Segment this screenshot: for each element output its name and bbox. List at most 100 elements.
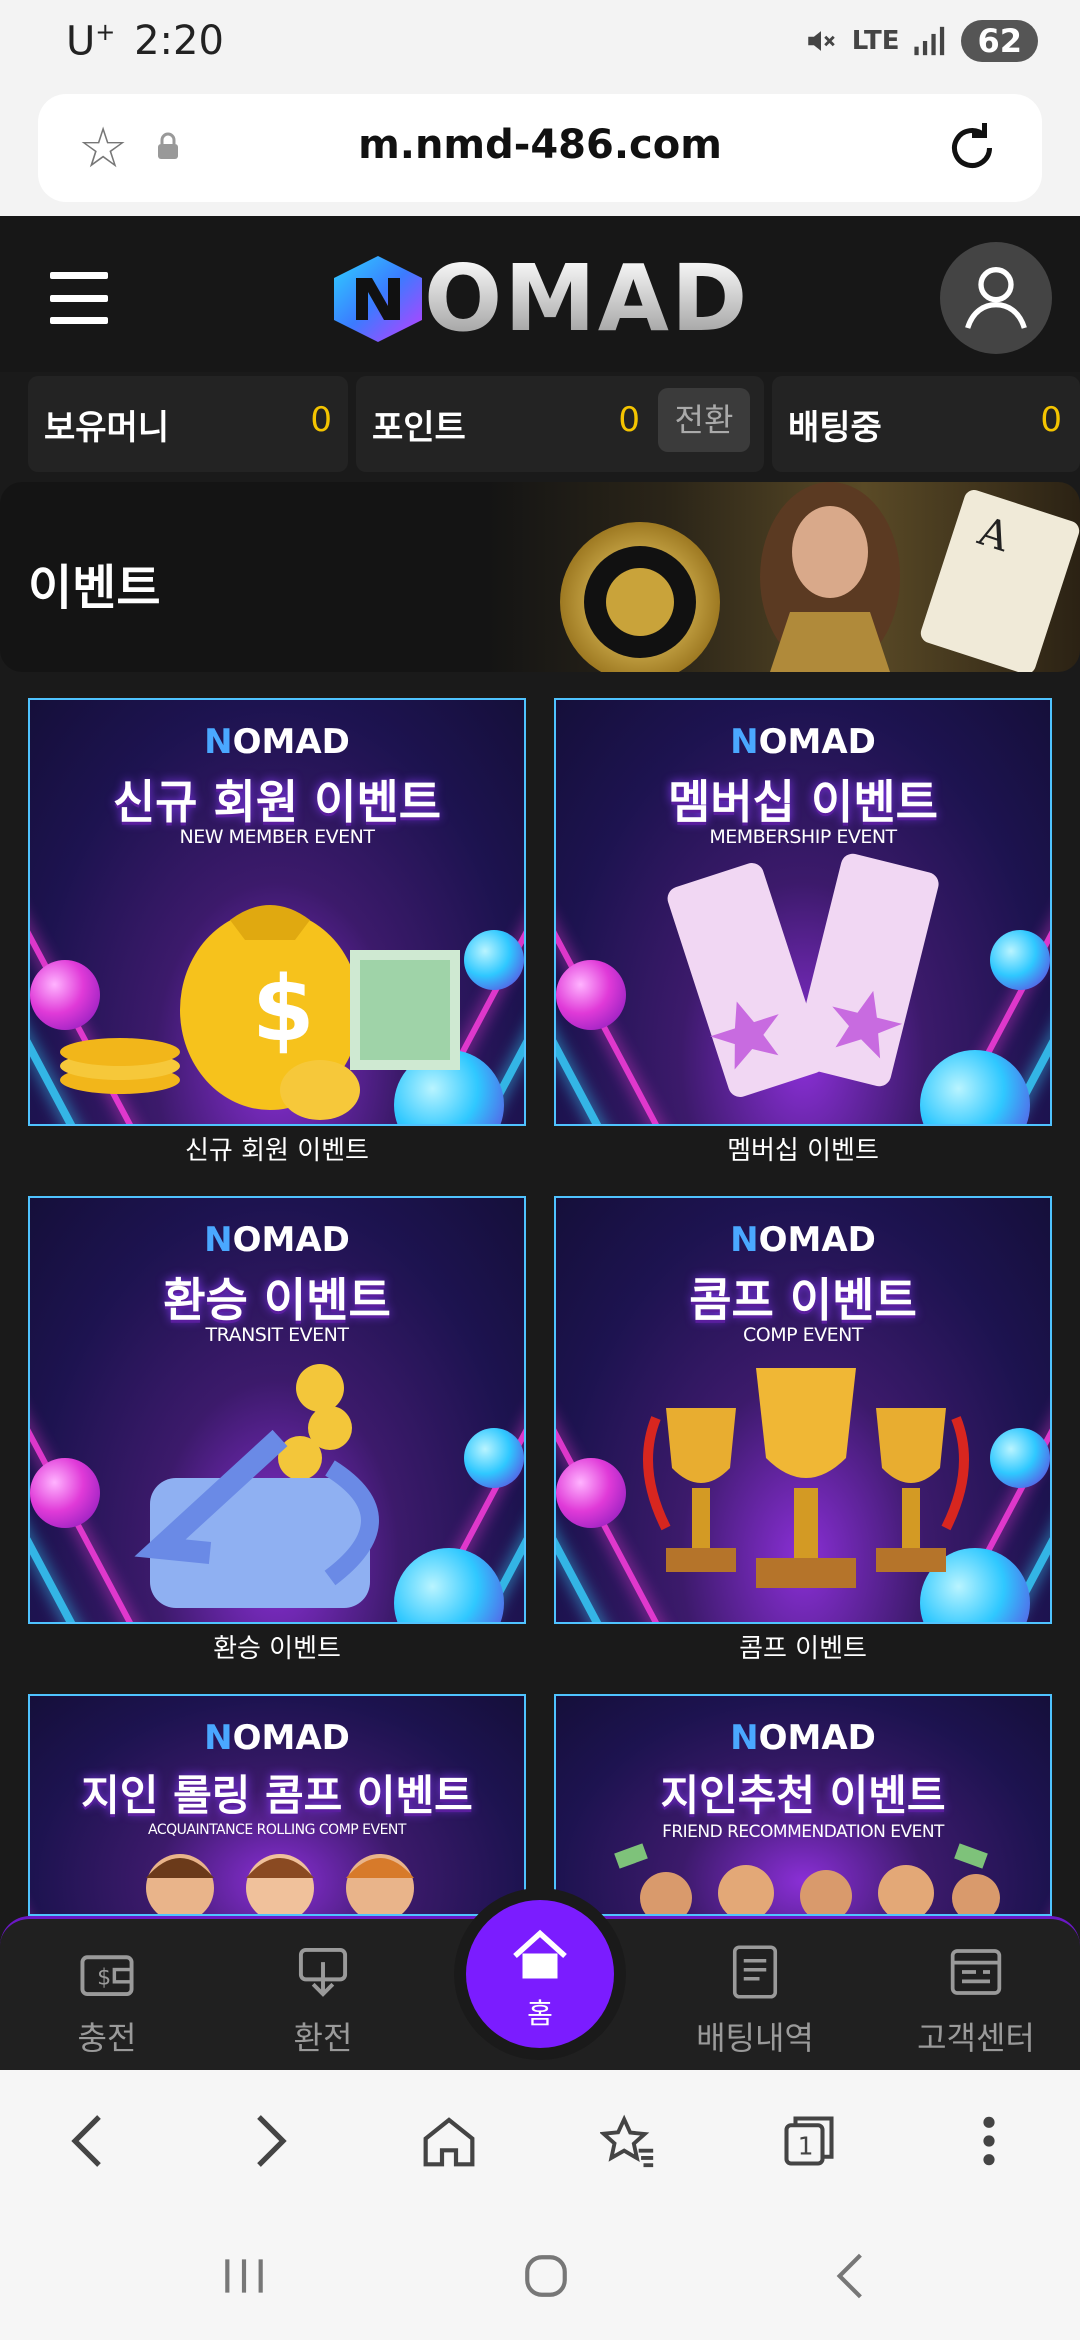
site-header: OMAD [0,216,1080,372]
event-heading: 신규 회원 이벤트 [112,775,442,829]
event-brand: NOMAD [204,1718,350,1758]
nav-bet-history-label: 배팅내역 [696,2019,814,2057]
nav-bet-history[interactable]: 배팅내역 [680,1945,830,2059]
event-caption[interactable]: 신규 회원 이벤트 [28,1130,526,1167]
document-icon [732,1945,778,1999]
carrier-plus: + [95,18,116,46]
event-subheading: ACQUAINTANCE ROLLING COMP EVENT [148,1822,406,1838]
address-bar[interactable]: ☆ m.nmd-486.com [38,94,1042,202]
money-bag-icon: $ [60,905,460,1120]
event-subheading: NEW MEMBER EVENT [179,826,375,848]
event-brand: NOMAD [730,1718,876,1758]
event-subheading: COMP EVENT [743,1324,863,1346]
system-back-button[interactable] [820,2248,880,2304]
forward-button[interactable] [236,2106,306,2176]
status-icons: LTE 62 [804,20,1038,62]
balance-money-value: 0 [310,400,332,440]
page-title: 이벤트 [28,560,161,616]
event-card-transit[interactable]: NOMAD 환승 이벤트 TRANSIT EVENT 환승 이벤트 [28,1196,526,1665]
tabs-button[interactable]: 1 [774,2106,844,2176]
nav-withdraw[interactable]: 환전 [248,1945,398,2059]
event-image[interactable]: NOMAD 환승 이벤트 TRANSIT EVENT [28,1196,526,1624]
browser-toolbar: 1 [0,2070,1080,2208]
more-menu-button[interactable] [954,2106,1024,2176]
reload-icon[interactable] [942,118,1002,178]
chevron-right-icon [257,2115,287,2167]
event-banner: 이벤트 A [0,482,1080,672]
browser-home-button[interactable] [414,2106,484,2176]
status-carrier-time: U+ 2:20 [66,18,224,64]
balance-point-label: 포인트 [372,408,466,448]
nav-deposit[interactable]: $ 충전 [32,1945,182,2059]
wallet-icon: $ [80,1955,134,1997]
svg-text:$: $ [97,1964,111,1990]
event-card-acquaintance-rolling[interactable]: NOMAD 지인 롤링 콤프 이벤트 ACQUAINTANCE ROLLING … [28,1694,526,1916]
withdraw-icon [298,1947,348,1997]
event-card-membership[interactable]: NOMAD 멤버십 이벤트 MEMBERSHIP EVENT 멤버십 이벤트 [554,698,1052,1167]
casino-banner-illustration: A [560,482,1080,672]
tabs-icon: 1 [784,2116,834,2166]
event-image[interactable]: NOMAD 지인추천 이벤트 FRIEND RECOMMENDATION EVE… [554,1694,1052,1916]
ticket-icon [667,853,939,1097]
more-vertical-icon [983,2116,995,2166]
event-card-friend-recommendation[interactable]: NOMAD 지인추천 이벤트 FRIEND RECOMMENDATION EVE… [554,1694,1052,1916]
event-brand: NOMAD [204,1220,350,1260]
browser-address-area: ☆ m.nmd-486.com [0,88,1080,216]
event-subheading: TRANSIT EVENT [205,1324,349,1346]
nav-home-button[interactable]: 홈 [466,1900,614,2048]
event-heading: 지인추천 이벤트 [660,1771,946,1820]
url-text[interactable]: m.nmd-486.com [38,122,1042,168]
nav-support[interactable]: 고객센터 [896,1945,1056,2059]
home-circle-icon [525,2255,567,2297]
battery-indicator: 62 [961,20,1038,62]
event-brand: NOMAD [204,722,350,762]
balance-betting-value: 0 [1040,400,1062,440]
nav-deposit-label: 충전 [77,2019,137,2057]
logo-n-icon [334,256,422,342]
logo-text: OMAD [424,245,750,352]
event-caption[interactable]: 멤버십 이벤트 [554,1130,1052,1167]
carrier-name: U [66,18,96,65]
clock: 2:20 [134,18,224,65]
user-avatar[interactable] [940,242,1052,354]
recent-apps-button[interactable] [214,2248,274,2304]
event-brand: NOMAD [730,722,876,762]
home-icon [513,1929,567,1979]
back-button[interactable] [52,2106,122,2176]
balance-betting-label: 배팅중 [788,408,882,448]
event-heading: 콤프 이벤트 [689,1273,917,1327]
balance-point-card: 포인트 0 전환 [356,376,764,472]
event-card-new-member[interactable]: NOMAD 신규 회원 이벤트 NEW MEMBER EVENT $ 신규 회원… [28,698,526,1167]
wallet-arrow-icon [134,1364,379,1608]
chevron-left-icon [71,2115,101,2167]
cartoon-crowd-icon [614,1843,1000,1914]
balance-point-value: 0 [618,400,640,440]
network-type: LTE [851,26,900,56]
nav-withdraw-label: 환전 [293,2019,353,2057]
cartoon-people-icon [146,1854,414,1914]
system-home-button[interactable] [516,2248,576,2304]
nav-home-label: 홈 [527,1997,553,2030]
bookmarks-button[interactable] [594,2106,664,2176]
tab-count: 1 [798,2132,814,2161]
event-image[interactable]: NOMAD 멤버십 이벤트 MEMBERSHIP EVENT [554,698,1052,1126]
signal-icon [914,26,945,56]
event-subheading: MEMBERSHIP EVENT [709,826,897,848]
event-heading: 멤버십 이벤트 [668,775,938,829]
house-outline-icon [423,2117,475,2167]
user-icon [965,267,1027,329]
mute-icon [807,31,835,51]
star-list-icon [600,2114,654,2168]
event-image[interactable]: NOMAD 콤프 이벤트 COMP EVENT [554,1196,1052,1624]
event-caption[interactable]: 환승 이벤트 [28,1628,526,1665]
nav-support-label: 고객센터 [917,2019,1035,2057]
status-bar: U+ 2:20 LTE 62 [0,0,1080,88]
event-heading: 지인 롤링 콤프 이벤트 [81,1771,473,1820]
menu-icon[interactable] [50,272,108,324]
site-logo[interactable]: OMAD [326,245,750,352]
event-image[interactable]: NOMAD 지인 롤링 콤프 이벤트 ACQUAINTANCE ROLLING … [28,1694,526,1916]
convert-points-button[interactable]: 전환 [658,388,750,452]
event-caption[interactable]: 콤프 이벤트 [554,1628,1052,1665]
event-image[interactable]: NOMAD 신규 회원 이벤트 NEW MEMBER EVENT $ [28,698,526,1126]
event-card-comp[interactable]: NOMAD 콤프 이벤트 COMP EVENT 콤프 이벤트 [554,1196,1052,1665]
